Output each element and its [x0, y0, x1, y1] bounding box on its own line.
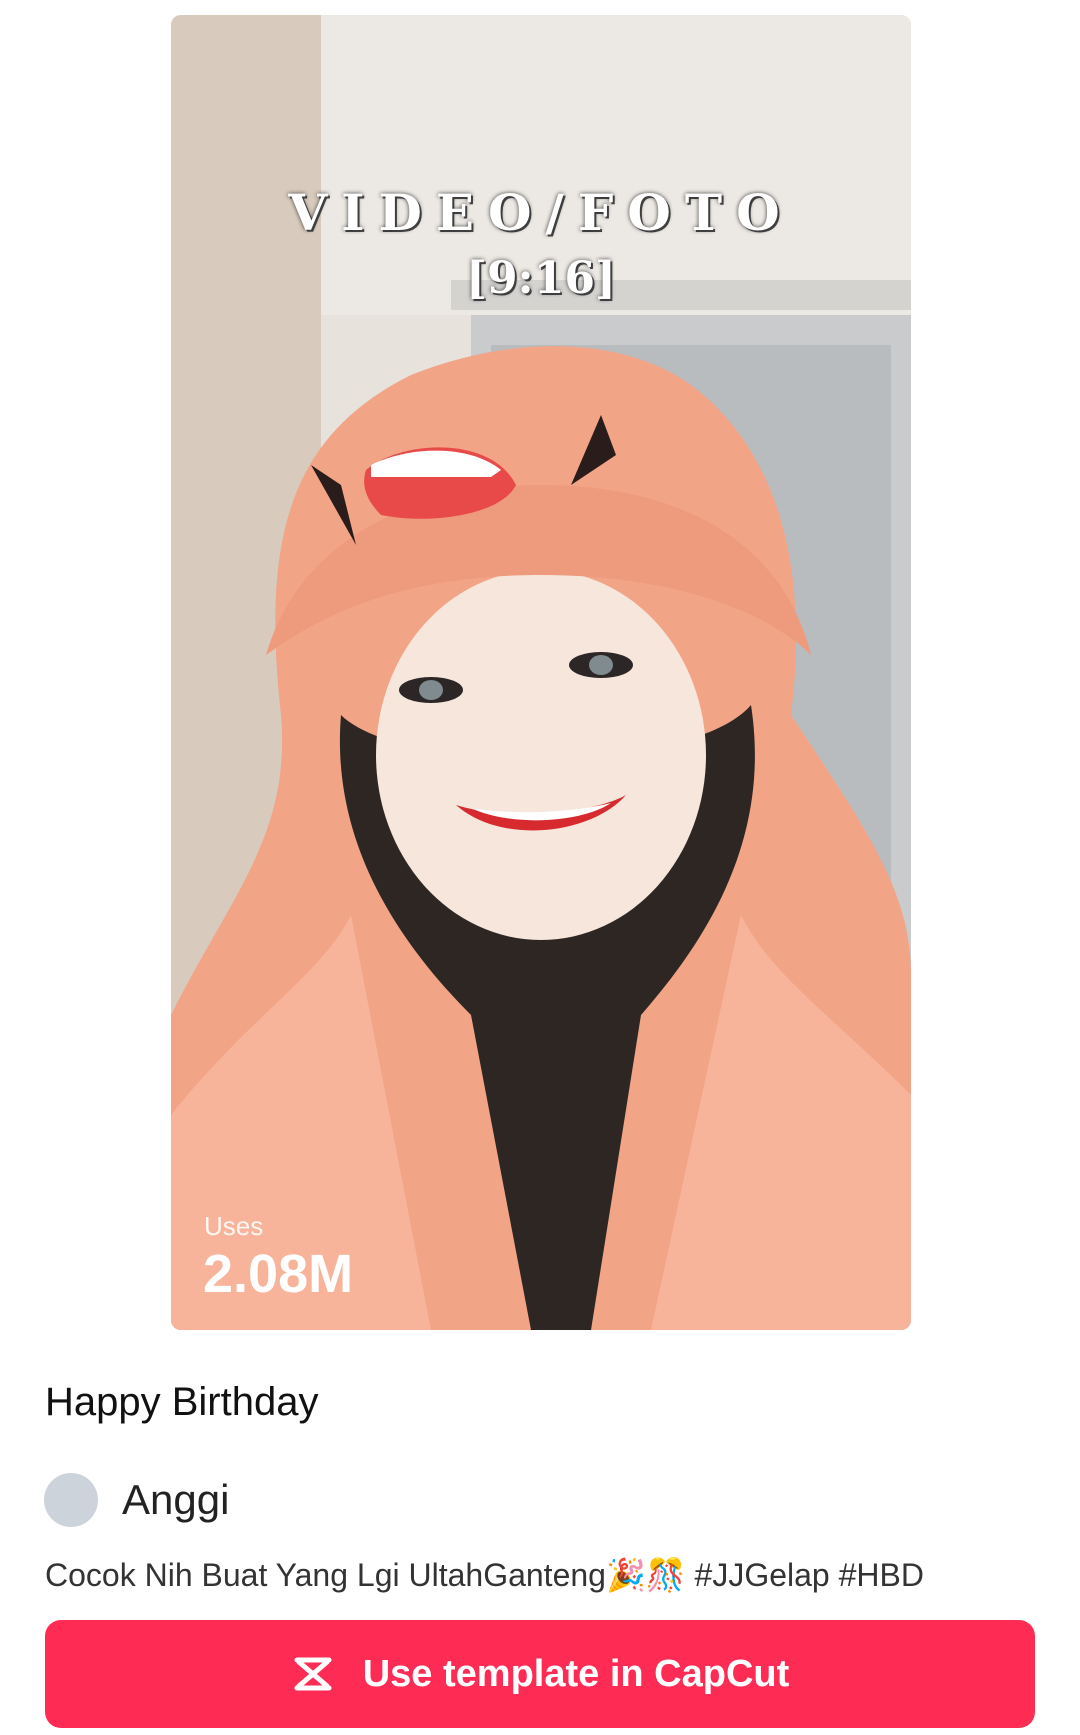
author-row[interactable]: Anggi [44, 1472, 229, 1528]
author-name[interactable]: Anggi [122, 1476, 229, 1524]
use-template-label: Use template in CapCut [362, 1652, 790, 1695]
uses-count: 2.08M [203, 1244, 354, 1304]
use-template-button[interactable]: Use template in CapCut [45, 1620, 1035, 1728]
avatar[interactable] [44, 1473, 98, 1527]
uses-label: Uses [204, 1211, 264, 1241]
overlay-aspect-ratio: [9:16] [466, 253, 616, 304]
template-title: Happy Birthday [45, 1380, 319, 1424]
template-preview[interactable]: VIDEO/FOTO [9:16] Uses 2.08M [171, 15, 911, 1330]
capcut-logo-icon [294, 1657, 332, 1691]
template-description: Cocok Nih Buat Yang Lgi UltahGanteng🎉🎊 #… [45, 1557, 924, 1593]
overlay-title: VIDEO/FOTO [288, 183, 794, 242]
